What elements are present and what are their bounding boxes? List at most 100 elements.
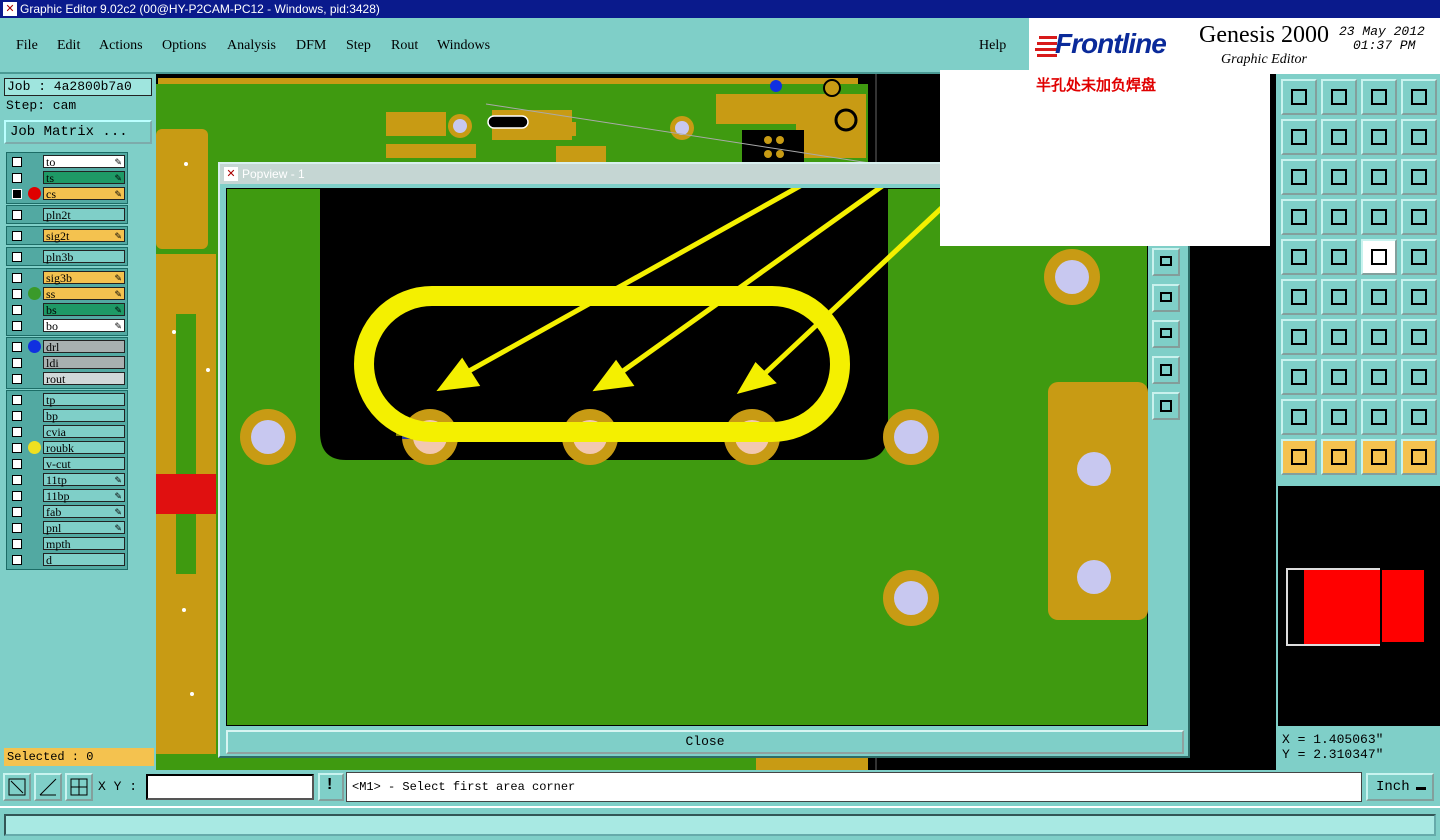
menu-actions[interactable]: Actions [99, 38, 143, 54]
checkbox-icon[interactable] [12, 189, 22, 199]
job-matrix-button[interactable]: Job Matrix ... [4, 120, 152, 144]
center-button[interactable] [1321, 159, 1357, 195]
rotate-button[interactable] [1361, 319, 1397, 355]
cluster-button[interactable] [1401, 359, 1437, 395]
layer-row-roubk[interactable]: roubk [7, 440, 129, 455]
checkbox-icon[interactable] [12, 342, 22, 352]
layer-row-ts[interactable]: ts ✎ [7, 170, 129, 185]
layer-display-dot[interactable] [28, 340, 41, 353]
menu-help[interactable]: Help [979, 38, 1006, 54]
fit-button[interactable] [1281, 159, 1317, 195]
xy-input[interactable] [146, 774, 314, 800]
grid-button[interactable] [65, 773, 93, 801]
checkbox-icon[interactable] [12, 231, 22, 241]
reverse-button[interactable] [1361, 119, 1397, 155]
layer-row-rout[interactable]: rout [7, 371, 129, 386]
menu-step[interactable]: Step [346, 38, 371, 54]
scale-button[interactable] [1361, 159, 1397, 195]
layer-name[interactable]: cs ✎ [43, 187, 125, 201]
checkbox-icon[interactable] [12, 358, 22, 368]
layer-row-mpth[interactable]: mpth [7, 536, 129, 551]
checkbox-icon[interactable] [12, 289, 22, 299]
checkbox-icon[interactable] [12, 539, 22, 549]
triangle-4-button[interactable] [1401, 399, 1437, 435]
layer-row-pln2t[interactable]: pln2t [7, 207, 129, 222]
checkbox-icon[interactable] [12, 523, 22, 533]
layer-name[interactable]: rout [43, 372, 125, 386]
layer-row-ss[interactable]: ss ✎ [7, 286, 129, 301]
layer-row-sig3b[interactable]: sig3b ✎ [7, 270, 129, 285]
layer-row-sig2t[interactable]: sig2t ✎ [7, 228, 129, 243]
tools-button[interactable] [1281, 199, 1317, 235]
layer-name[interactable]: ldi [43, 356, 125, 370]
popview-canvas[interactable] [226, 188, 1148, 726]
layer-row-to[interactable]: to ✎ [7, 154, 129, 169]
menu-file[interactable]: File [16, 38, 38, 54]
layer-name[interactable]: bo ✎ [43, 319, 125, 333]
layer-row-fab[interactable]: fab ✎ [7, 504, 129, 519]
checkbox-icon[interactable] [12, 395, 22, 405]
menu-options[interactable]: Options [162, 38, 206, 54]
grid-button[interactable] [1321, 199, 1357, 235]
snap-alt-button[interactable] [1401, 279, 1437, 315]
checkbox-icon[interactable] [12, 210, 22, 220]
layer-row-tp[interactable]: tp [7, 392, 129, 407]
layer-row-d[interactable]: d [7, 552, 129, 567]
mirror-button[interactable] [1401, 319, 1437, 355]
layer-name[interactable]: v-cut [43, 457, 125, 471]
shape-button[interactable] [1281, 359, 1317, 395]
layer-name[interactable]: pln2t [43, 208, 125, 222]
layer-name[interactable]: 11tp ✎ [43, 473, 125, 487]
checkbox-icon[interactable] [12, 475, 22, 485]
menu-rout[interactable]: Rout [391, 38, 418, 54]
triangle-3-button[interactable] [1361, 399, 1397, 435]
checkbox-icon[interactable] [12, 507, 22, 517]
snap-button[interactable] [3, 773, 31, 801]
popview-pan-button[interactable] [1152, 320, 1180, 348]
layer-name[interactable]: ts ✎ [43, 171, 125, 185]
add-pad-button[interactable] [1281, 239, 1317, 275]
layer-row-pnl[interactable]: pnl ✎ [7, 520, 129, 535]
checkbox-icon[interactable] [12, 273, 22, 283]
layer-name[interactable]: sig2t ✎ [43, 229, 125, 243]
select-button[interactable] [1281, 439, 1317, 475]
layer-display-dot[interactable] [28, 187, 41, 200]
right-button[interactable] [1321, 119, 1357, 155]
layer-name[interactable]: pln3b [43, 250, 125, 264]
overview-thumbnail[interactable] [1278, 486, 1440, 726]
cross-button[interactable] [1321, 279, 1357, 315]
resize-button[interactable] [1361, 359, 1397, 395]
checkbox-icon[interactable] [12, 459, 22, 469]
layer-name[interactable]: pnl ✎ [43, 521, 125, 535]
net-button[interactable] [1401, 439, 1437, 475]
triangle-button[interactable] [1281, 399, 1317, 435]
split-button[interactable] [1321, 359, 1357, 395]
layer-name[interactable]: drl [43, 340, 125, 354]
checkbox-icon[interactable] [12, 305, 22, 315]
layer-up-button[interactable] [1281, 79, 1317, 115]
layer-name[interactable]: tp [43, 393, 125, 407]
popview-center-button[interactable] [1152, 392, 1180, 420]
layer-name[interactable]: roubk [43, 441, 125, 455]
layer-down-button[interactable] [1321, 79, 1357, 115]
popview-zoom-out-button[interactable] [1152, 284, 1180, 312]
popview-close-button[interactable]: Close [226, 730, 1184, 754]
checkbox-icon[interactable] [12, 411, 22, 421]
route-alt-button[interactable] [1401, 199, 1437, 235]
connect-button[interactable] [1281, 279, 1317, 315]
checkbox-icon[interactable] [12, 321, 22, 331]
layer-row-bs[interactable]: bs ✎ [7, 302, 129, 317]
layer-display-dot[interactable] [28, 441, 41, 454]
popview-zoom-in-button[interactable] [1152, 248, 1180, 276]
app-icon[interactable]: ✕ [3, 2, 17, 16]
menu-dfm[interactable]: DFM [296, 38, 326, 54]
alert-button[interactable]: ! [318, 773, 344, 801]
checkbox-icon[interactable] [12, 157, 22, 167]
checkbox-icon[interactable] [12, 173, 22, 183]
window-button[interactable] [1401, 79, 1437, 115]
measure-button[interactable] [34, 773, 62, 801]
checkbox-icon[interactable] [12, 443, 22, 453]
layer-name[interactable]: d [43, 553, 125, 567]
popview-menu-icon[interactable]: ✕ [224, 167, 238, 181]
checkbox-icon[interactable] [12, 427, 22, 437]
